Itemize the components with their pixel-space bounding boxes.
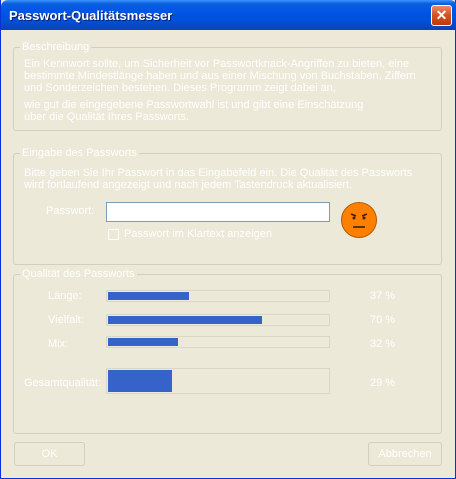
overall-value: 29 %: [370, 377, 396, 389]
password-input-legend: Eingabe des Passworts: [20, 147, 139, 159]
description-line: über die Qualität Ihres Passworts.: [24, 111, 190, 123]
mix-label: Mix:: [48, 338, 69, 350]
cancel-button[interactable]: Abbrechen: [368, 442, 442, 466]
variety-progress-bar: [106, 314, 330, 326]
description-line: wie gut die eingegebene Passwortwahl ist…: [24, 99, 364, 111]
mix-progress-bar: [106, 336, 330, 348]
title-bar[interactable]: Passwort-Qualitätsmesser ✕: [1, 0, 456, 30]
description-group: Beschreibung Ein Kennwort sollte, um Sic…: [13, 41, 442, 131]
length-progress-bar: [106, 290, 330, 302]
description-line: und Sonderzeichen bestehen. Dieses Progr…: [24, 82, 336, 94]
quality-legend: Qualität des Passworts: [20, 268, 137, 280]
unhappy-face-icon: [341, 202, 377, 238]
variety-value: 70 %: [370, 314, 396, 326]
variety-progress-fill: [108, 316, 262, 324]
dialog-body: Beschreibung Ein Kennwort sollte, um Sic…: [4, 30, 452, 475]
description-legend: Beschreibung: [20, 41, 92, 53]
show-plaintext-label[interactable]: Passwort im Klartext anzeigen: [124, 228, 272, 240]
length-label: Länge:: [48, 290, 82, 302]
close-button[interactable]: ✕: [431, 5, 452, 26]
overall-progress-fill: [108, 370, 172, 392]
window-title: Passwort-Qualitätsmesser: [9, 8, 173, 23]
mix-progress-fill: [108, 338, 179, 346]
password-instruction-line: wird fortlaufend angezeigt und nach jede…: [24, 179, 353, 191]
variety-label: Vielfalt:: [48, 314, 84, 326]
length-progress-fill: [108, 292, 190, 300]
overall-progress-bar: [106, 368, 330, 394]
ok-button[interactable]: OK: [14, 442, 85, 466]
close-icon: ✕: [435, 7, 448, 23]
length-value: 37 %: [370, 290, 396, 302]
show-plaintext-checkbox[interactable]: [108, 229, 119, 240]
password-input[interactable]: [106, 202, 330, 222]
password-label: Passwort:: [46, 205, 95, 217]
password-instruction-line: Bitte geben Sie Ihr Passwort in das Eing…: [24, 167, 413, 179]
mix-value: 32 %: [370, 338, 396, 350]
dialog-window: Passwort-Qualitätsmesser ✕ Beschreibung …: [0, 0, 456, 479]
description-line: bestimmte Mindestlänge haben und aus ein…: [24, 70, 416, 82]
overall-label: Gesamtqualität:: [24, 377, 102, 389]
description-line: Ein Kennwort sollte, um Sicherheit vor P…: [24, 58, 409, 70]
